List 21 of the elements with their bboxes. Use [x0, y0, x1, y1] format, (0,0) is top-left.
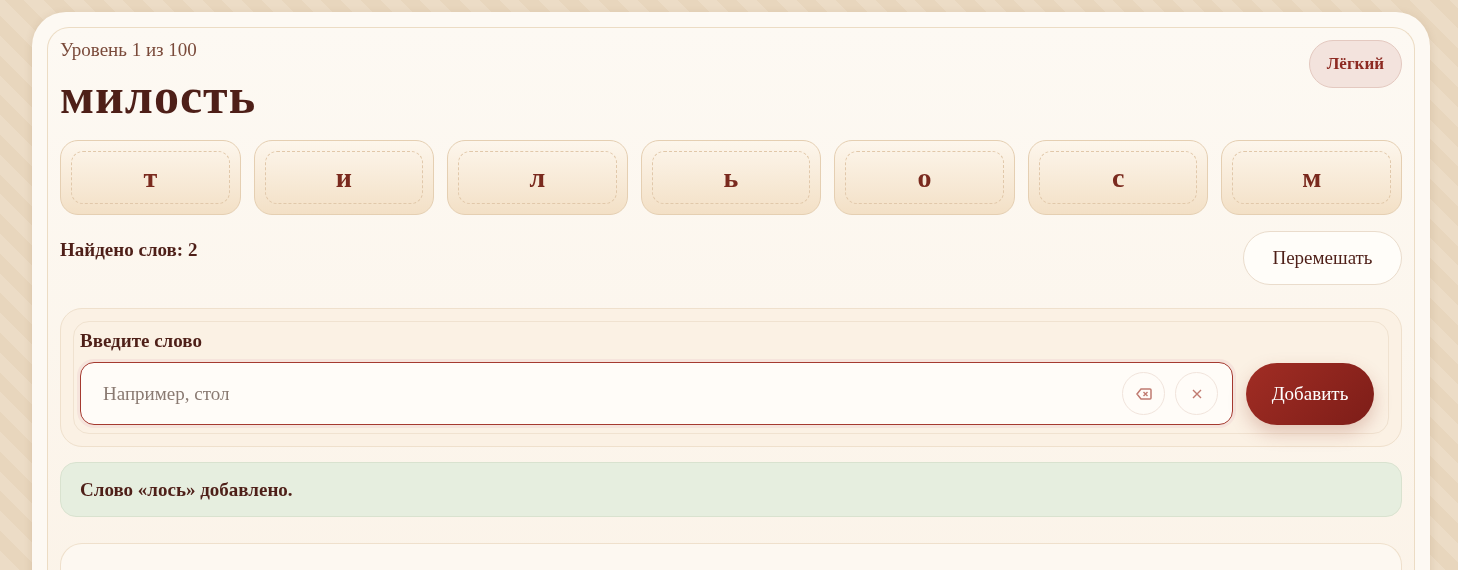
status-message: Слово «лось» добавлено.: [60, 462, 1402, 517]
target-word: милость: [60, 67, 258, 126]
difficulty-badge: Лёгкий: [1308, 40, 1402, 88]
letter-tile[interactable]: т: [60, 140, 241, 215]
shuffle-button[interactable]: Перемешать: [1243, 231, 1402, 285]
clear-button[interactable]: [1175, 372, 1218, 415]
letter-tile[interactable]: о: [834, 140, 1015, 215]
level-label: Уровень 1 из 100: [60, 38, 197, 62]
add-button[interactable]: Добавить: [1246, 362, 1374, 425]
letter-tile[interactable]: ь: [640, 140, 822, 215]
letter-tile[interactable]: и: [253, 140, 435, 215]
letter-tile[interactable]: с: [1027, 140, 1209, 215]
close-icon: [1191, 388, 1202, 399]
input-label: Введите слово: [80, 330, 203, 352]
word-input-field[interactable]: Например, стол: [101, 381, 1112, 406]
found-count: Найдено слов: 2: [60, 239, 198, 261]
input-frame[interactable]: Например, стол: [80, 362, 1233, 425]
backspace-icon: [1135, 387, 1152, 400]
letter-tile[interactable]: м: [1221, 140, 1402, 215]
letter-tile[interactable]: л: [447, 140, 628, 215]
backspace-button[interactable]: [1122, 372, 1165, 415]
